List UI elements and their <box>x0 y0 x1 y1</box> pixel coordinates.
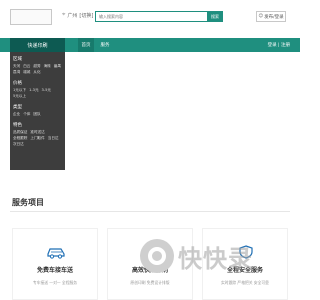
filter-option[interactable]: 白云 <box>23 64 30 69</box>
section-divider <box>10 211 290 212</box>
service-card-desc: 专车接送 一对一 全程服务 <box>32 280 78 285</box>
search-input[interactable] <box>95 11 207 22</box>
filter-group-title: 区域 <box>13 57 22 62</box>
watermark-logo-icon <box>140 239 174 273</box>
filter-option[interactable]: 1-3元 <box>29 88 38 93</box>
filter-group-title: 价格 <box>13 81 22 86</box>
site-header: ⌖ 广州 [切换] 搜索 ☺ 发布/登录 <box>0 0 300 32</box>
login-label: 发布/登录 <box>264 14 284 20</box>
user-icon: ☺ <box>258 14 264 19</box>
filter-option[interactable]: 5元以上 <box>13 94 26 99</box>
filter-option[interactable]: 1元以下 <box>13 88 26 93</box>
city-selector[interactable]: ⌖ 广州 [切换] <box>62 11 93 19</box>
service-card-pickup[interactable]: 免费车接车送 专车接送 一对一 全程服务 <box>12 228 98 300</box>
login-button[interactable]: ☺ 发布/登录 <box>256 11 286 22</box>
filter-option[interactable]: 海珠 <box>44 64 51 69</box>
nav-brand[interactable]: 快递印刷 <box>10 38 65 52</box>
watermark-text: 快快录 <box>178 244 253 273</box>
filter-option[interactable]: 从化 <box>33 70 40 75</box>
filter-option[interactable]: 个体 <box>23 112 30 117</box>
service-card-desc: 实时跟踪 严格把关 安全可靠 <box>221 280 269 285</box>
service-card-desc: 原创印刷 免费设计排版 <box>130 280 170 285</box>
search-button[interactable]: 搜索 <box>207 11 223 22</box>
nav-item-home[interactable]: 首页 <box>78 38 94 52</box>
filter-group-title: 类型 <box>13 105 22 110</box>
filter-group-price: 价格 1元以下 1-3元 3-5元 5元以上 <box>13 80 62 99</box>
filter-option[interactable]: 准时送达 <box>30 130 44 135</box>
car-icon <box>47 248 65 259</box>
services-heading: 服务项目 <box>12 198 44 207</box>
filter-option[interactable]: 天河 <box>13 64 20 69</box>
page: ⌖ 广州 [切换] 搜索 ☺ 发布/登录 快递印刷 首页 服务 登录 | 注册 … <box>0 0 300 300</box>
filter-option[interactable]: 品质保证 <box>13 130 27 135</box>
watermark: 快快录 <box>140 236 296 276</box>
filter-option[interactable]: 次日达 <box>13 142 24 147</box>
search-bar: 搜索 <box>95 11 223 22</box>
filter-group-title: 特色 <box>13 123 22 128</box>
location-pin-icon: ⌖ <box>62 11 66 18</box>
filter-option[interactable]: 越秀 <box>33 64 40 69</box>
city-switch-link[interactable]: [切换] <box>79 12 93 19</box>
filter-group-region: 区域 天河 白云 越秀 海珠 番禺 荔湾 增城 从化 <box>13 56 62 75</box>
site-logo[interactable] <box>10 9 52 25</box>
filter-option[interactable]: 当日达 <box>48 136 59 141</box>
filter-option[interactable]: 上门取件 <box>30 136 44 141</box>
city-name: 广州 <box>67 12 78 19</box>
main-nav: 快递印刷 首页 服务 登录 | 注册 <box>0 38 300 52</box>
filter-option[interactable]: 荔湾 <box>13 70 20 75</box>
service-card-title: 免费车接车送 <box>36 267 73 274</box>
filter-group-feature: 特色 品质保证 准时送达 全程跟踪 上门取件 当日达 次日达 <box>13 122 62 147</box>
filter-panel: 区域 天河 白云 越秀 海珠 番禺 荔湾 增城 从化 价格 1元以下 1-3元 … <box>10 52 65 170</box>
filter-option[interactable]: 团队 <box>33 112 40 117</box>
filter-option[interactable]: 番禺 <box>54 64 61 69</box>
filter-option[interactable]: 3-5元 <box>42 88 51 93</box>
filter-option[interactable]: 增城 <box>23 70 30 75</box>
filter-group-type: 类型 企业 个体 团队 <box>13 104 62 117</box>
filter-option[interactable]: 全程跟踪 <box>13 136 27 141</box>
filter-option[interactable]: 企业 <box>13 112 20 117</box>
nav-auth-links[interactable]: 登录 | 注册 <box>268 38 290 52</box>
nav-item-services[interactable]: 服务 <box>97 38 113 52</box>
